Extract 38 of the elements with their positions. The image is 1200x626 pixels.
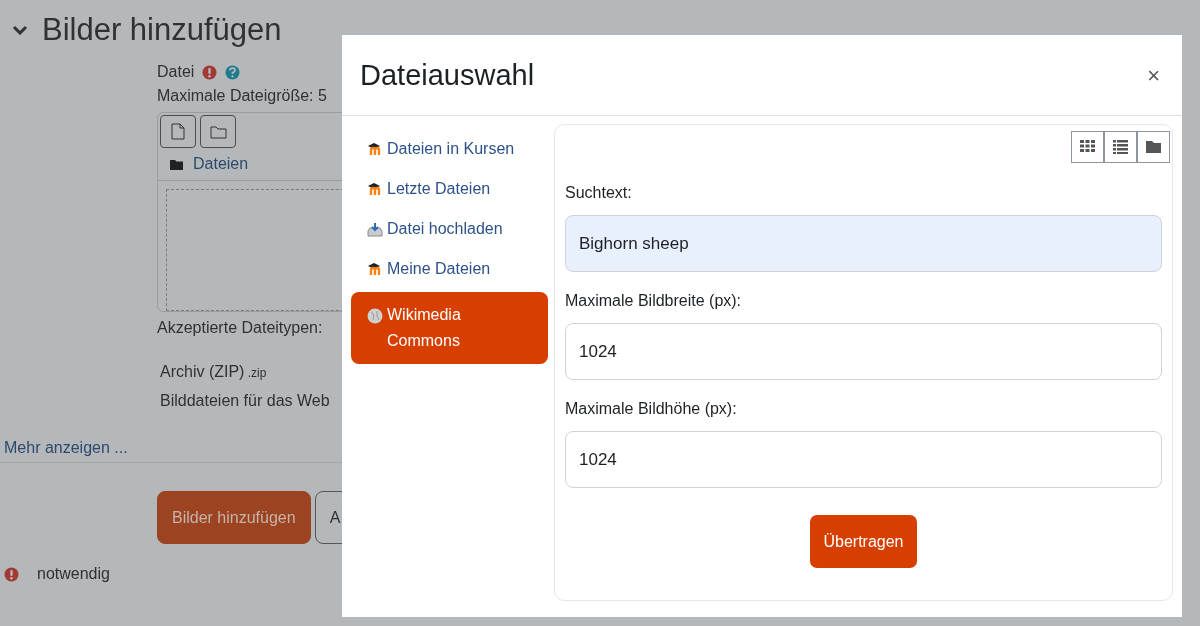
inbox-tray-icon bbox=[367, 222, 383, 237]
create-folder-button[interactable] bbox=[200, 115, 236, 148]
repository-link[interactable]: Wikimedia Commons bbox=[351, 292, 548, 364]
folder-icon bbox=[170, 158, 183, 170]
grid-icon bbox=[1080, 140, 1095, 154]
field-label: Maximale Bildbreite (px): bbox=[565, 291, 743, 311]
close-button[interactable]: × bbox=[1143, 58, 1164, 92]
required-note: notwendig bbox=[37, 564, 110, 584]
field-label: Maximale Bildhöhe (px): bbox=[565, 399, 738, 419]
globe-icon bbox=[367, 308, 383, 324]
file-icon bbox=[171, 123, 185, 140]
list-icon bbox=[1113, 140, 1128, 154]
icon-view-button[interactable] bbox=[1071, 131, 1104, 163]
add-file-button[interactable] bbox=[160, 115, 196, 148]
list-view-button[interactable] bbox=[1104, 131, 1137, 163]
file-type-text: Archiv (ZIP) .zip bbox=[160, 362, 267, 382]
section-heading: Bilder hinzufügen bbox=[42, 11, 282, 49]
text-field[interactable]: 1024 bbox=[565, 323, 1162, 380]
show-more-link[interactable]: Mehr anzeigen ... bbox=[4, 439, 128, 456]
mortarboard-icon bbox=[367, 262, 383, 275]
folder-icon bbox=[209, 124, 227, 139]
tree-view-button[interactable] bbox=[1137, 131, 1170, 163]
chevron-down-icon[interactable] bbox=[12, 25, 28, 35]
field-label: Suchtext: bbox=[565, 183, 633, 203]
text-field[interactable]: 1024 bbox=[565, 431, 1162, 488]
max-size-text: Maximale Dateigröße: 5 bbox=[157, 86, 328, 106]
mortarboard-icon bbox=[367, 182, 383, 195]
field-label: Datei bbox=[157, 62, 195, 82]
exclamation-icon bbox=[202, 64, 218, 80]
folder-icon bbox=[1146, 140, 1161, 154]
breadcrumb-link[interactable]: Dateien bbox=[193, 152, 249, 176]
exclamation-icon bbox=[4, 566, 19, 582]
submit-button[interactable]: Übertragen bbox=[810, 515, 917, 568]
dialog-title: Dateiauswahl bbox=[360, 57, 535, 93]
text-field[interactable]: Bighorn sheep bbox=[565, 215, 1162, 272]
mortarboard-icon bbox=[367, 142, 383, 155]
help-icon[interactable] bbox=[225, 64, 241, 80]
file-type-text: Bilddateien für das Web bbox=[160, 391, 330, 411]
